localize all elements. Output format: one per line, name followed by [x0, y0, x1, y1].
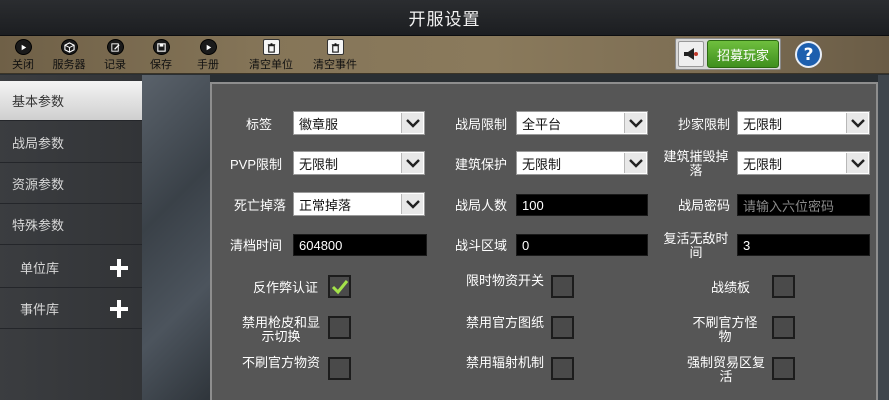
no-official-supplies-checkbox[interactable]	[328, 357, 351, 380]
disable-blueprints-checkbox[interactable]	[551, 316, 574, 339]
battle-limit-select[interactable]: 全平台	[516, 111, 648, 135]
disable-skins-label: 禁用枪皮和显示切换	[241, 315, 320, 344]
background-art	[142, 75, 210, 400]
build-destroy-label: 建筑摧毁掉落	[663, 149, 729, 178]
save-button[interactable]: 保存	[146, 37, 176, 72]
unit-library-label: 单位库	[20, 262, 60, 277]
clear-time-input[interactable]: 604800	[293, 234, 427, 256]
pvp-limit-select[interactable]: 无限制	[293, 151, 425, 175]
disable-blueprints-label: 禁用官方图纸	[466, 315, 545, 330]
no-official-supplies-label: 不刷官方物资	[242, 355, 321, 370]
disable-radiation-label: 禁用辐射机制	[466, 355, 545, 370]
death-drop-label: 死亡掉落	[233, 198, 286, 213]
tag-select[interactable]: 徽章服	[293, 111, 425, 135]
close-button[interactable]: 关闭	[8, 37, 38, 72]
chevron-down-icon	[846, 113, 868, 133]
trade-zone-respawn-label: 强制贸易区复活	[686, 355, 765, 384]
disable-radiation-checkbox[interactable]	[551, 357, 574, 380]
battle-password-label: 战局密码	[677, 198, 730, 213]
pvp-limit-label: PVP限制	[229, 157, 282, 172]
sidebar-item-battle-params[interactable]: 战局参数	[0, 123, 142, 163]
build-protect-label: 建筑保护	[454, 157, 507, 172]
anticheat-label: 反作弊认证	[252, 280, 318, 295]
save-label: 保存	[150, 59, 172, 71]
battle-region-input[interactable]: 0	[516, 234, 648, 256]
server-label: 服务器	[52, 59, 86, 71]
trade-zone-respawn-checkbox[interactable]	[772, 357, 795, 380]
chevron-down-icon	[401, 194, 423, 214]
sidebar-item-unit-library[interactable]: 单位库	[0, 248, 142, 288]
build-destroy-select[interactable]: 无限制	[737, 151, 870, 175]
manual-button[interactable]: 手册	[193, 37, 223, 72]
power-icon	[14, 39, 32, 55]
plus-icon[interactable]	[108, 298, 130, 320]
battle-limit-value: 全平台	[522, 116, 562, 132]
battle-players-input[interactable]: 100	[516, 194, 648, 216]
cube-icon	[60, 39, 78, 55]
title-bar: 开服设置	[0, 0, 889, 36]
edit-icon	[106, 39, 124, 55]
respawn-invuln-label: 复活无敌时间	[663, 231, 729, 260]
background-art-right	[878, 75, 889, 400]
disk-icon	[152, 39, 170, 55]
scoreboard-checkbox[interactable]	[772, 275, 795, 298]
window-title: 开服设置	[408, 10, 481, 30]
clear-units-label: 清空单位	[249, 59, 293, 71]
raid-limit-select[interactable]: 无限制	[737, 111, 870, 135]
clear-events-button[interactable]: 清空事件	[309, 37, 361, 72]
timed-supplies-checkbox[interactable]	[551, 275, 574, 298]
manual-label: 手册	[197, 59, 219, 71]
anticheat-checkbox[interactable]	[328, 275, 351, 298]
plus-icon[interactable]	[108, 257, 130, 279]
build-destroy-value: 无限制	[743, 156, 783, 172]
battle-players-label: 战局人数	[454, 198, 507, 213]
help-button[interactable]: ?	[795, 41, 822, 68]
disable-skins-checkbox[interactable]	[328, 316, 351, 339]
chevron-down-icon	[624, 153, 646, 173]
tag-value: 徽章服	[299, 116, 339, 132]
megaphone-icon[interactable]	[678, 41, 704, 67]
server-button[interactable]: 服务器	[48, 37, 90, 72]
battle-region-label: 战斗区域	[454, 238, 507, 253]
chevron-down-icon	[846, 153, 868, 173]
raid-limit-value: 无限制	[743, 116, 783, 132]
sidebar-item-resource-params[interactable]: 资源参数	[0, 164, 142, 204]
no-official-monsters-checkbox[interactable]	[772, 316, 795, 339]
clear-units-button[interactable]: 清空单位	[245, 37, 297, 72]
tag-label: 标签	[245, 117, 272, 132]
battle-limit-label: 战局限制	[454, 117, 507, 132]
clear-time-label: 清档时间	[229, 238, 282, 253]
checkmark-icon	[331, 279, 348, 294]
build-protect-value: 无限制	[522, 156, 562, 172]
sidebar-item-basic-params[interactable]: 基本参数	[0, 81, 142, 121]
timed-supplies-label: 限时物资开关	[466, 273, 545, 288]
respawn-invuln-input[interactable]: 3	[737, 234, 870, 256]
recruit-button[interactable]: 招募玩家	[707, 40, 779, 68]
record-label: 记录	[104, 59, 126, 71]
trash-icon	[262, 39, 280, 55]
chevron-down-icon	[624, 113, 646, 133]
event-library-label: 事件库	[20, 303, 60, 318]
sidebar: 基本参数 战局参数 资源参数 特殊参数 单位库 事件库	[0, 75, 142, 400]
record-button[interactable]: 记录	[100, 37, 130, 72]
death-drop-select[interactable]: 正常掉落	[293, 192, 425, 216]
chevron-down-icon	[401, 113, 423, 133]
no-official-monsters-label: 不刷官方怪物	[692, 315, 758, 344]
pvp-limit-value: 无限制	[299, 156, 339, 172]
trash-icon	[326, 39, 344, 55]
raid-limit-label: 抄家限制	[677, 117, 730, 132]
close-label: 关闭	[12, 59, 34, 71]
battle-password-input[interactable]: 请输入六位密码	[737, 194, 870, 216]
build-protect-select[interactable]: 无限制	[516, 151, 648, 175]
sidebar-item-event-library[interactable]: 事件库	[0, 289, 142, 329]
clear-events-label: 清空事件	[313, 59, 357, 71]
settings-panel: 标签 徽章服 战局限制 全平台 抄家限制 无限制 PVP限制 无限制 建筑保护 …	[210, 82, 878, 400]
death-drop-value: 正常掉落	[299, 197, 352, 213]
chevron-down-icon	[401, 153, 423, 173]
play-icon	[199, 39, 217, 55]
sidebar-item-special-params[interactable]: 特殊参数	[0, 205, 142, 245]
toolbar: 关闭 服务器 记录 保存 手册 清空单位 清空事件 招募玩家 ?	[0, 36, 889, 74]
scoreboard-label: 战绩板	[710, 280, 750, 295]
